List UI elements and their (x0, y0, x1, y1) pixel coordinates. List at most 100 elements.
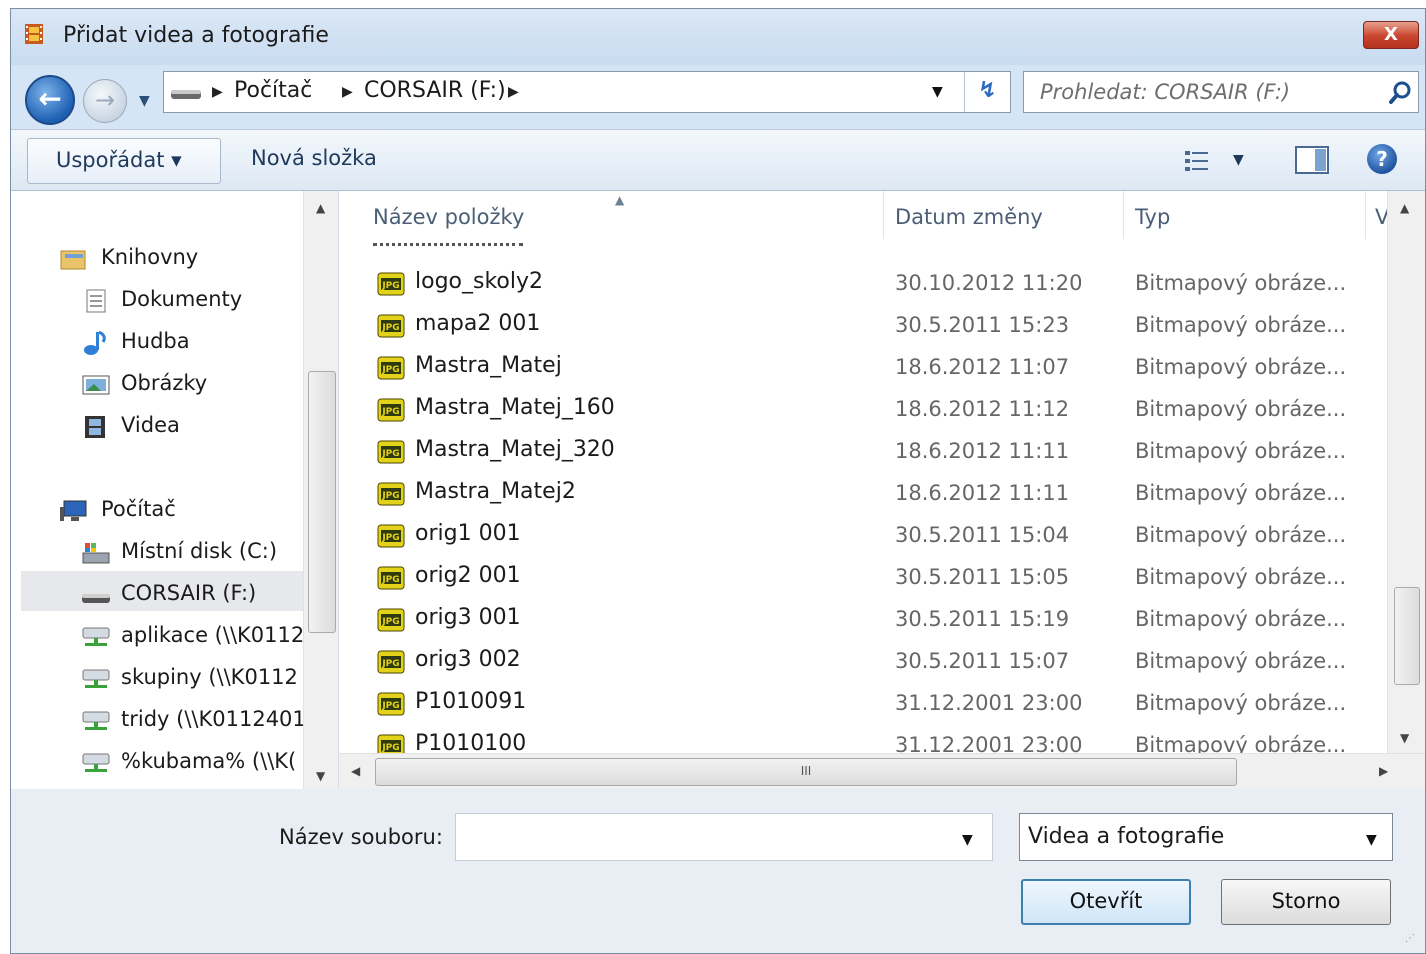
sidebar-item-network-tridy[interactable]: tridy (\\K0112401 (121, 707, 306, 731)
scroll-right-icon[interactable]: ▶ (1379, 764, 1388, 778)
organize-button[interactable]: Uspořádat ▾ (27, 138, 221, 184)
file-date: 30.5.2011 15:23 (895, 313, 1070, 337)
svg-text:JPG: JPG (381, 533, 399, 543)
scroll-down-icon[interactable]: ▼ (1400, 731, 1409, 745)
sidebar-item-corsair[interactable]: CORSAIR (F:) (121, 581, 256, 605)
horizontal-scroll-thumb[interactable]: III (375, 758, 1237, 786)
network-drive-icon (82, 753, 110, 772)
file-list-horizontal-scrollbar[interactable]: ◀ III ▶ (339, 753, 1425, 789)
view-dropdown-icon[interactable]: ▼ (1233, 152, 1244, 168)
jpg-file-icon: JPG (377, 692, 405, 716)
sidebar-item-network-skupiny[interactable]: skupiny (\\K0112 (121, 665, 298, 689)
file-name: orig2 001 (415, 563, 521, 588)
jpg-file-icon: JPG (377, 608, 405, 632)
sidebar-item-documents[interactable]: Dokumenty (121, 287, 242, 311)
file-date: 30.5.2011 15:19 (895, 607, 1070, 631)
file-type: Bitmapový obráze... (1135, 355, 1347, 379)
scroll-left-icon[interactable]: ◀ (351, 764, 360, 778)
sidebar-item-network-aplikace[interactable]: aplikace (\\K0112 (121, 623, 304, 647)
breadcrumb-computer[interactable]: Počítač (234, 78, 312, 103)
resize-grip-icon[interactable]: ⋰ (1405, 933, 1415, 944)
refresh-icon[interactable]: ↯ (964, 72, 1010, 112)
sidebar-item-music[interactable]: Hudba (121, 329, 190, 353)
column-divider[interactable] (1365, 191, 1366, 239)
file-name: orig3 001 (415, 605, 521, 630)
svg-text:JPG: JPG (381, 659, 399, 669)
cancel-button[interactable]: Storno (1221, 879, 1391, 925)
open-button[interactable]: Otevřít (1021, 879, 1191, 925)
breadcrumb-separator-icon[interactable]: ▶ (508, 84, 519, 100)
window-title: Přidat videa a fotografie (63, 23, 329, 48)
new-folder-button[interactable]: Nová složka (251, 146, 377, 170)
address-bar[interactable]: ▶ Počítač ▶ CORSAIR (F:) ▶ ▼ ↯ (163, 71, 1011, 113)
file-row[interactable]: JPG orig3 001 30.5.2011 15:19 Bitmapový … (339, 599, 1385, 641)
file-type-filter-select[interactable]: Videa a fotografie ▼ (1019, 813, 1393, 861)
history-dropdown-icon[interactable]: ▼ (139, 93, 159, 109)
navigation-pane: Knihovny Dokumenty Hudba Obrázky Videa P… (11, 191, 339, 789)
column-header-name[interactable]: Název položky (373, 205, 524, 229)
sidebar-item-libraries[interactable]: Knihovny (101, 245, 198, 269)
file-list-vertical-scrollbar[interactable]: ▲ ▼ (1387, 191, 1425, 753)
filename-dropdown-icon[interactable]: ▼ (962, 832, 973, 848)
file-name: mapa2 001 (415, 311, 541, 336)
forward-arrow-icon[interactable]: → (83, 79, 127, 123)
svg-text:JPG: JPG (381, 323, 399, 333)
sidebar-item-pictures[interactable]: Obrázky (121, 371, 207, 395)
svg-text:JPG: JPG (381, 491, 399, 501)
file-row[interactable]: JPG Mastra_Matej_320 18.6.2012 11:11 Bit… (339, 431, 1385, 473)
file-row[interactable]: JPG orig3 002 30.5.2011 15:07 Bitmapový … (339, 641, 1385, 683)
sidebar-scrollbar[interactable]: ▲ ▼ (303, 191, 338, 789)
file-row[interactable]: JPG orig2 001 30.5.2011 15:05 Bitmapový … (339, 557, 1385, 599)
file-name: orig1 001 (415, 521, 521, 546)
column-header-type[interactable]: Typ (1135, 205, 1170, 229)
file-list: Název položky ▲ Datum změny Typ V JPG lo… (339, 191, 1425, 789)
filter-dropdown-icon[interactable]: ▼ (1366, 832, 1377, 848)
address-dropdown-icon[interactable]: ▼ (932, 84, 943, 100)
file-row[interactable]: JPG mapa2 001 30.5.2011 15:23 Bitmapový … (339, 305, 1385, 347)
scroll-up-icon[interactable]: ▲ (316, 201, 325, 215)
videos-icon (85, 416, 105, 438)
pictures-icon (82, 375, 110, 395)
file-row[interactable]: JPG Mastra_Matej2 18.6.2012 11:11 Bitmap… (339, 473, 1385, 515)
jpg-file-icon: JPG (377, 650, 405, 674)
sidebar-item-local-disk[interactable]: Místní disk (C:) (121, 539, 277, 563)
svg-text:JPG: JPG (381, 281, 399, 291)
filter-value: Videa a fotografie (1028, 824, 1225, 849)
file-name: Mastra_Matej_320 (415, 437, 615, 462)
help-icon[interactable]: ? (1367, 144, 1397, 174)
file-date: 30.5.2011 15:04 (895, 523, 1070, 547)
jpg-file-icon: JPG (377, 314, 405, 338)
column-header-date[interactable]: Datum změny (895, 205, 1043, 229)
preview-pane-icon[interactable] (1295, 146, 1329, 174)
documents-icon (86, 289, 106, 313)
breadcrumb-drive[interactable]: CORSAIR (F:) (364, 78, 506, 103)
filename-input[interactable]: ▼ (455, 813, 993, 861)
file-row[interactable]: JPG Mastra_Matej_160 18.6.2012 11:12 Bit… (339, 389, 1385, 431)
file-name: orig3 002 (415, 647, 521, 672)
column-divider[interactable] (883, 191, 884, 239)
back-arrow-icon[interactable]: ← (25, 75, 75, 125)
vertical-scroll-thumb[interactable] (1394, 587, 1420, 685)
search-icon[interactable] (1388, 80, 1414, 106)
sidebar-item-computer[interactable]: Počítač (101, 497, 176, 521)
close-button[interactable]: X (1363, 21, 1419, 49)
sidebar-item-network-kubama[interactable]: %kubama% (\\K( (121, 749, 296, 773)
sort-ascending-icon: ▲ (615, 193, 625, 207)
computer-icon (60, 500, 87, 521)
network-drive-icon (82, 711, 110, 730)
jpg-file-icon: JPG (377, 272, 405, 296)
file-row[interactable]: JPG P1010091 31.12.2001 23:00 Bitmapový … (339, 683, 1385, 725)
view-options-icon[interactable] (1183, 148, 1215, 174)
file-row[interactable]: JPG logo_skoly2 30.10.2012 11:20 Bitmapo… (339, 263, 1385, 305)
scroll-down-icon[interactable]: ▼ (316, 769, 325, 783)
file-row[interactable]: JPG orig1 001 30.5.2011 15:04 Bitmapový … (339, 515, 1385, 557)
scroll-up-icon[interactable]: ▲ (1400, 201, 1409, 215)
search-input[interactable]: Prohledat: CORSAIR (F:) (1023, 71, 1419, 113)
file-row[interactable]: JPG Mastra_Matej 18.6.2012 11:07 Bitmapo… (339, 347, 1385, 389)
music-icon (84, 331, 106, 355)
sidebar-item-videos[interactable]: Videa (121, 413, 180, 437)
column-divider[interactable] (1123, 191, 1124, 239)
film-icon (25, 24, 43, 44)
sidebar-scroll-thumb[interactable] (308, 371, 336, 633)
file-type: Bitmapový obráze... (1135, 607, 1347, 631)
